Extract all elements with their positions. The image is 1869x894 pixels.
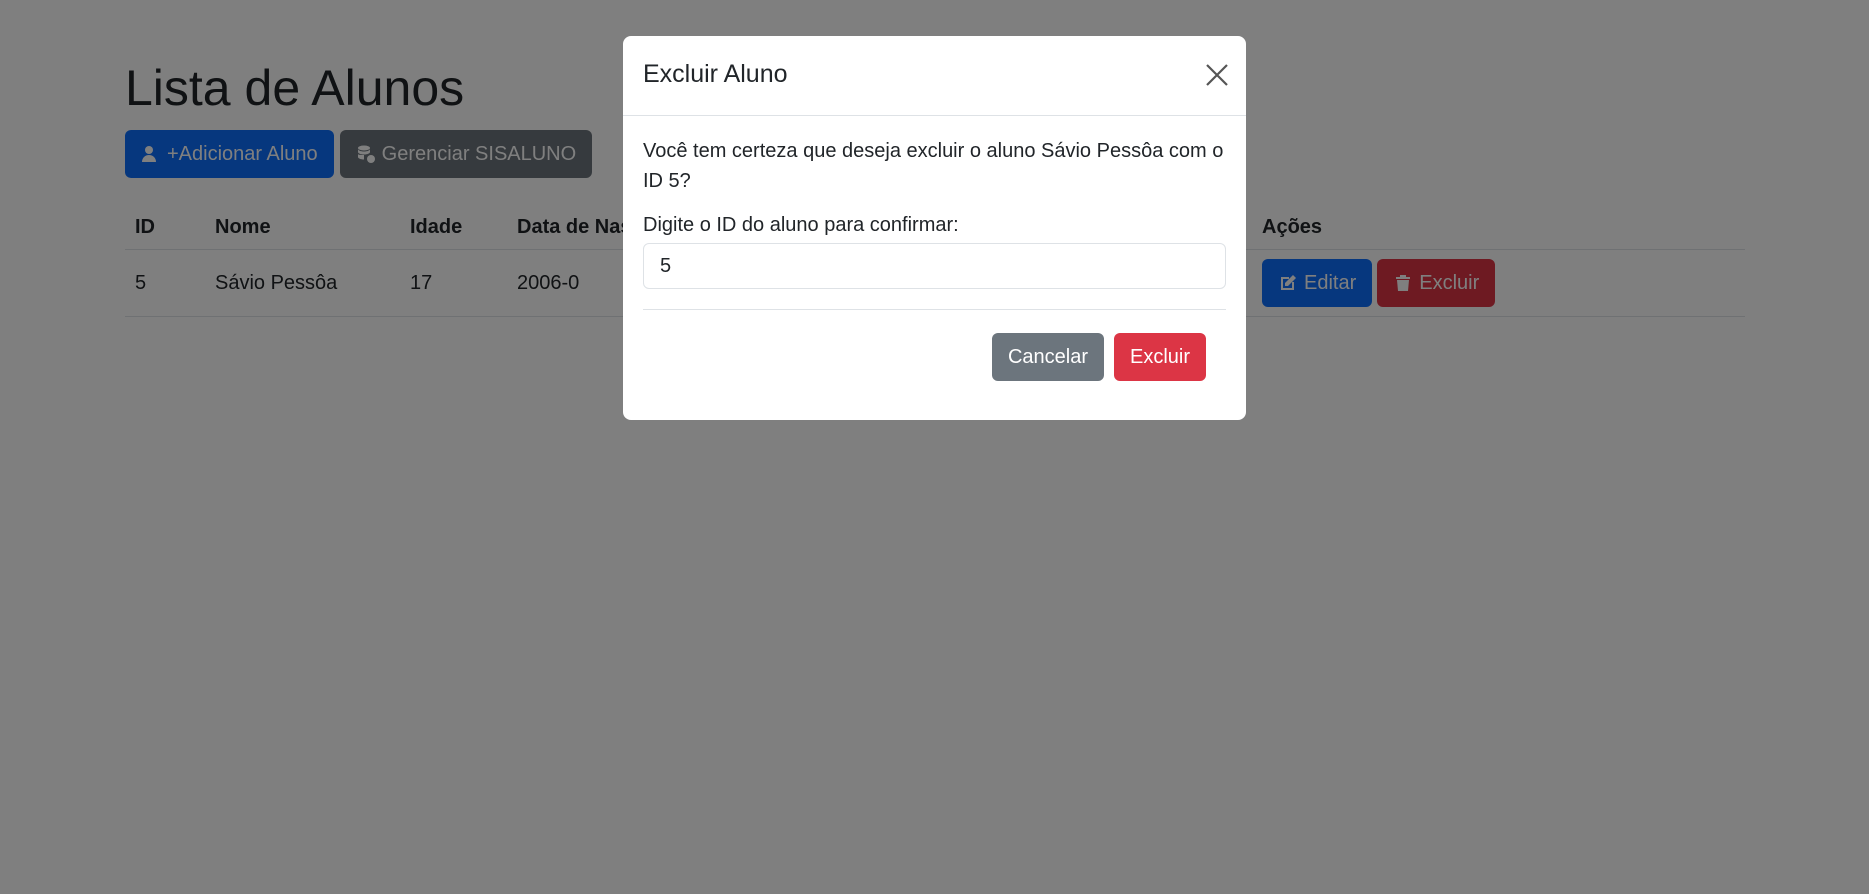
modal-title: Excluir Aluno [643, 60, 788, 88]
modal-footer: Cancelar Excluir [991, 333, 1206, 381]
close-button[interactable] [1204, 62, 1230, 88]
cancel-button[interactable]: Cancelar [991, 333, 1104, 381]
delete-student-modal: Excluir Aluno Você tem certeza que desej… [623, 36, 1246, 420]
modal-divider [643, 309, 1226, 310]
confirm-delete-button[interactable]: Excluir [1113, 333, 1206, 381]
confirmation-message: Você tem certeza que deseja excluir o al… [643, 140, 1224, 192]
confirm-id-input[interactable] [643, 243, 1226, 289]
confirm-id-label: Digite o ID do aluno para confirmar: [643, 214, 959, 236]
close-icon [1206, 64, 1228, 86]
modal-header: Excluir Aluno [623, 36, 1246, 116]
modal-body: Você tem certeza que deseja excluir o al… [623, 116, 1246, 289]
